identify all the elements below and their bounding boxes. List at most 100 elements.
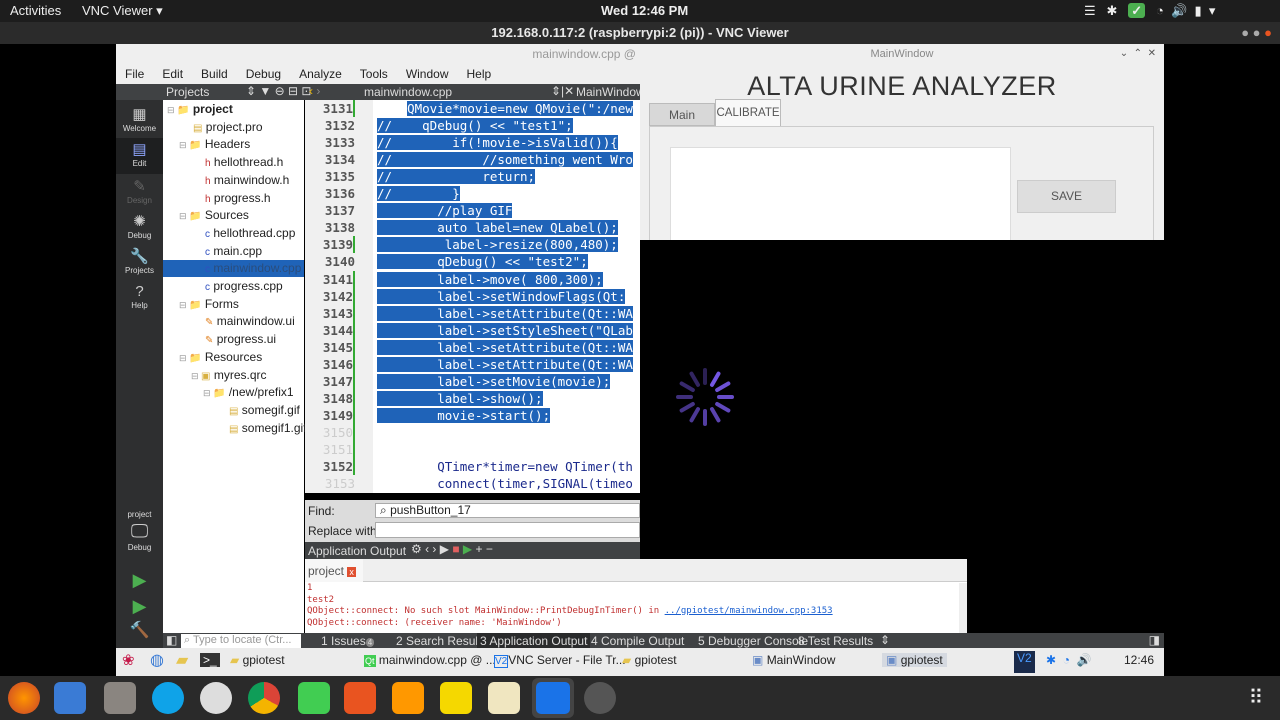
code-line[interactable]: label->setAttribute(Qt::WA	[377, 339, 633, 356]
tree-item[interactable]: ✎ progress.ui	[163, 331, 304, 348]
code-line[interactable]: label->show();	[377, 390, 543, 407]
code-line[interactable]: //play GIF	[377, 202, 513, 219]
taskbar-item[interactable]: ▰ gpiotest	[230, 653, 285, 667]
app-menu[interactable]: VNC Viewer ▾	[82, 3, 163, 19]
collapse-icon[interactable]: ⊟	[179, 300, 189, 310]
files-icon[interactable]	[104, 682, 136, 714]
toggle-output-icon[interactable]: ◨	[1149, 633, 1160, 647]
kit-selector[interactable]: project 🖵 Debug	[116, 510, 163, 560]
collapse-icon[interactable]: ⊟	[167, 105, 177, 115]
browser-icon[interactable]: ◍	[150, 650, 164, 670]
code-line[interactable]: auto label=new QLabel();	[377, 219, 618, 236]
text-editor-icon[interactable]	[488, 682, 520, 714]
source-link[interactable]: ../gpiotest/mainwindow.cpp:3153	[665, 606, 833, 616]
tasks-icon[interactable]	[54, 682, 86, 714]
tree-item[interactable]: h hellothread.h	[163, 154, 304, 171]
tree-item[interactable]: ⊟ 📁 project	[163, 101, 304, 118]
tree-item[interactable]: ⊟ 📁 Resources	[163, 349, 304, 366]
output-scrollbar[interactable]	[959, 583, 967, 633]
code-line[interactable]: label->resize(800,480);	[377, 236, 618, 253]
menu-window[interactable]: Window	[397, 64, 458, 84]
file-selector[interactable]: mainwindow.cpp	[364, 85, 452, 99]
software-icon[interactable]	[344, 682, 376, 714]
code-line[interactable]: label->setAttribute(Qt::WA	[377, 305, 633, 322]
menu-analyze[interactable]: Analyze	[290, 64, 351, 84]
panel-tools[interactable]: ⇕ ▼ ⊖ ⊟ ⊡	[246, 84, 311, 98]
menu-edit[interactable]: Edit	[153, 64, 192, 84]
tab-search-results[interactable]: 2 Search Results	[396, 634, 487, 648]
tree-item[interactable]: ▤ project.pro	[163, 119, 304, 136]
tree-item[interactable]: ▤ somegif1.gif	[163, 420, 307, 437]
mode-edit[interactable]: ▤ Edit	[116, 138, 163, 174]
chrome-icon[interactable]	[248, 682, 280, 714]
code-line[interactable]: label->setStyleSheet("QLab	[377, 322, 633, 339]
mode-debug[interactable]: ✺ Debug	[116, 213, 163, 247]
calibration-display[interactable]	[670, 147, 1011, 247]
close-icon[interactable]: x	[347, 567, 356, 577]
firefox-icon[interactable]	[8, 682, 40, 714]
taskbar-item[interactable]: Qt mainwindow.cpp @ ...	[364, 653, 496, 667]
tree-item[interactable]: ▤ somegif.gif	[163, 402, 304, 419]
tree-item[interactable]: c mainwindow.cpp	[163, 260, 304, 278]
code-line[interactable]: // }	[377, 185, 460, 202]
back-icon[interactable]: ‹ ›	[309, 84, 320, 98]
mode-welcome[interactable]: ▦ Welcome	[116, 106, 163, 140]
qt-creator-icon[interactable]	[298, 682, 330, 714]
locator-input[interactable]: ⌕ Type to locate (Ctr...	[181, 634, 301, 648]
tree-item[interactable]: ⊟ 📁 /new/prefix1	[163, 384, 304, 401]
tab-debugger-console[interactable]: 5 Debugger Console	[698, 634, 808, 648]
tree-item[interactable]: ⊟ 📁 Forms	[163, 296, 304, 313]
tab-compile-output[interactable]: 4 Compile Output	[591, 634, 684, 648]
code-line[interactable]: movie->start();	[377, 407, 551, 424]
tab-main[interactable]: Main	[649, 103, 715, 126]
file-manager-icon[interactable]: ▰	[176, 650, 188, 670]
collapse-icon[interactable]: ⊟	[191, 371, 201, 381]
code-editor[interactable]: 3131 3132 3133 3134 3135 3136 3137 3138 3139 3140…	[305, 100, 640, 493]
tab-test-results[interactable]: 8 Test Results	[798, 634, 873, 648]
tree-item[interactable]: ⊟ ▣ myres.qrc	[163, 367, 304, 384]
menu-debug[interactable]: Debug	[237, 64, 290, 84]
tree-item[interactable]: ⊟ 📁 Sources	[163, 207, 304, 224]
terminal-icon[interactable]: >_	[200, 653, 220, 667]
save-button[interactable]: SAVE	[1017, 180, 1116, 213]
close-file-icon[interactable]: ⇕|✕	[551, 84, 574, 98]
tree-item[interactable]: c main.cpp	[163, 243, 304, 260]
output-tab-project[interactable]: project x	[305, 559, 363, 582]
panel-selector[interactable]: Projects	[166, 85, 209, 99]
skype-icon[interactable]	[152, 682, 184, 714]
menu-tools[interactable]: Tools	[351, 64, 397, 84]
menu-build[interactable]: Build	[192, 64, 237, 84]
code-line[interactable]: qDebug() << "test2";	[377, 253, 588, 270]
code-line[interactable]: QTimer*timer=new QTimer(th	[377, 458, 633, 475]
collapse-icon[interactable]: ⊟	[179, 211, 189, 221]
more-tabs-icon[interactable]: ⇕	[880, 633, 890, 647]
mode-projects[interactable]: 🔧 Projects	[116, 248, 163, 282]
notes-icon[interactable]	[440, 682, 472, 714]
code-line[interactable]: label->move( 800,300);	[377, 271, 603, 288]
code-line[interactable]: label->setWindowFlags(Qt:	[377, 288, 626, 305]
code-line[interactable]: // if(!movie->isValid()){	[377, 134, 618, 151]
output-controls[interactable]: ⚙ ‹ › ▶ ■ ▶ + −	[411, 542, 493, 556]
menu-help[interactable]: Help	[458, 64, 501, 84]
window-controls[interactable]: ● ● ●	[1241, 22, 1272, 44]
taskbar-item[interactable]: V2VNC Server - File Tr...	[494, 653, 626, 668]
mode-help[interactable]: ? Help	[116, 283, 163, 317]
code-line[interactable]: connect(timer,SIGNAL(timeo	[377, 475, 633, 492]
code-line[interactable]: label->setMovie(movie);	[377, 373, 611, 390]
updater-icon[interactable]	[584, 682, 616, 714]
collapse-icon[interactable]: ⊟	[179, 140, 189, 150]
replace-input[interactable]	[375, 522, 640, 538]
tree-item[interactable]: ✎ mainwindow.ui	[163, 313, 304, 330]
code-line[interactable]: // qDebug() << "test1";	[377, 117, 573, 134]
tree-item[interactable]: c hellothread.cpp	[163, 225, 304, 242]
sublime-icon[interactable]	[392, 682, 424, 714]
collapse-icon[interactable]: ⊟	[179, 353, 189, 363]
tray-icons[interactable]: ✱ ◔ 🔊	[1046, 653, 1092, 667]
taskbar-item[interactable]: ▣ MainWindow	[752, 653, 835, 667]
code-line[interactable]: // return;	[377, 168, 536, 185]
raspberry-menu-icon[interactable]: ❀	[122, 651, 135, 669]
code-line[interactable]: label->setAttribute(Qt::WA	[377, 356, 633, 373]
find-input[interactable]: ⌕ pushButton_17	[375, 503, 640, 518]
toggle-sidebar-icon[interactable]: ◧	[166, 633, 177, 647]
tree-item[interactable]: c progress.cpp	[163, 278, 304, 295]
